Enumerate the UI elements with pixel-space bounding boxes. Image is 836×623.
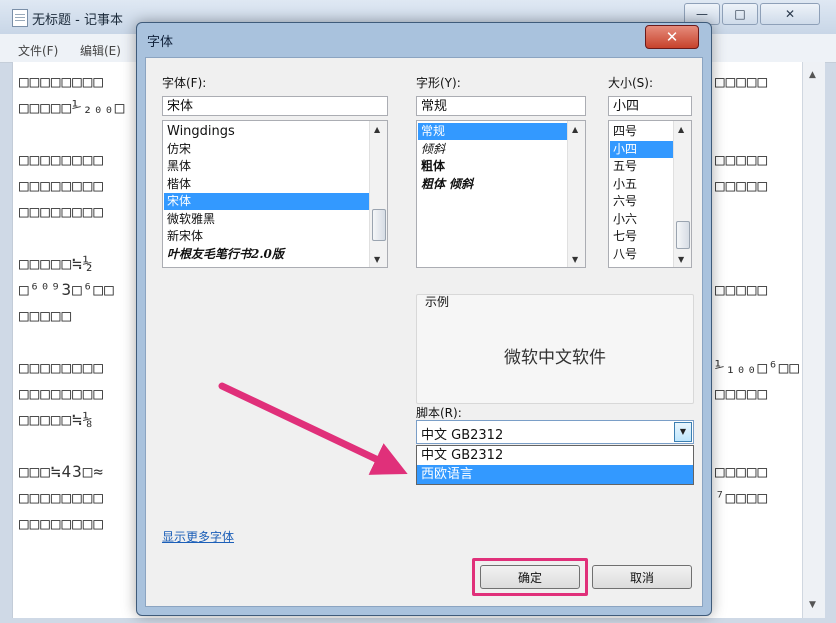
close-button[interactable]: ✕: [760, 3, 820, 25]
style-label: 字形(Y):: [416, 76, 461, 90]
notepad-title: 无标题 - 记事本: [32, 13, 123, 28]
font-list-item[interactable]: 宋体: [164, 193, 369, 210]
sample-label: 示例: [425, 295, 450, 309]
text-line: ⅟₁₀₀□⁶□□: [715, 358, 801, 377]
style-list[interactable]: 粗体 倾斜 粗体 倾斜 常规 ▲ ▼: [416, 120, 586, 268]
chevron-down-icon[interactable]: ▼: [674, 422, 692, 442]
style-list-item[interactable]: 倾斜: [418, 141, 567, 158]
font-dialog: 字体 ✕ 字体(F): 宋体 叶根友毛笔行书2.0版 新宋体 微软雅黑 宋体 楷体 黑体仿…: [136, 22, 712, 616]
style-list-item[interactable]: 常规: [418, 123, 567, 140]
style-input[interactable]: 常规: [416, 96, 586, 116]
size-list-item[interactable]: 八号: [610, 246, 673, 263]
text-line: □□□□□≒½: [19, 254, 94, 273]
dialog-close-button[interactable]: ✕: [645, 25, 699, 49]
text-line: □□□□□: [715, 280, 769, 299]
text-line: □□□□□: [715, 462, 769, 481]
size-list-scrollbar[interactable]: ▲ ▼: [673, 121, 691, 267]
text-line: □□□□□□□□: [19, 358, 105, 377]
font-list[interactable]: 叶根友毛笔行书2.0版 新宋体 微软雅黑 宋体 楷体 黑体 仿宋 Wingdings ▲ ▼: [162, 120, 388, 268]
show-more-fonts-link[interactable]: 显示更多字体: [162, 528, 234, 545]
size-list-item[interactable]: 小六: [610, 211, 673, 228]
text-line: □□□□□□□□: [19, 384, 105, 403]
text-line: □□□□□□□□: [19, 488, 105, 507]
scroll-down-icon[interactable]: ▼: [678, 255, 684, 264]
dialog-title: 字体: [147, 35, 174, 50]
sample-preview: 示例 微软中文软件: [416, 294, 694, 404]
font-list-scrollbar[interactable]: ▲ ▼: [369, 121, 387, 267]
font-list-item[interactable]: 新宋体: [164, 228, 369, 245]
font-input[interactable]: 宋体: [162, 96, 388, 116]
text-line: □□□≒43□≈: [19, 462, 105, 481]
font-label: 字体(F):: [162, 76, 207, 90]
style-list-item[interactable]: 粗体 倾斜: [418, 176, 567, 193]
sample-text: 微软中文软件: [504, 348, 606, 368]
size-list-item[interactable]: 四号: [610, 123, 673, 140]
font-list-item[interactable]: 仿宋: [164, 141, 369, 158]
size-list-item[interactable]: 五号: [610, 158, 673, 175]
scroll-down-icon[interactable]: ▼: [809, 600, 816, 610]
font-list-item[interactable]: 楷体: [164, 176, 369, 193]
scroll-up-icon[interactable]: ▲: [374, 125, 380, 134]
text-line: □□□□□: [715, 72, 769, 91]
text-line: □□□□□: [715, 384, 769, 403]
script-selected-value: 中文 GB2312: [421, 428, 504, 443]
script-select[interactable]: 中文 GB2312 ▼: [416, 420, 694, 444]
menu-file[interactable]: 文件(F): [18, 42, 58, 59]
scroll-up-icon[interactable]: ▲: [572, 125, 578, 134]
text-line: □⁶⁰⁹3□⁶□□: [19, 280, 115, 299]
size-label: 大小(S):: [608, 76, 654, 90]
menu-edit[interactable]: 编辑(E): [80, 42, 121, 59]
cancel-button[interactable]: 取消: [592, 565, 692, 589]
size-list-item[interactable]: 六号: [610, 193, 673, 210]
text-line: □□□□□□□□: [19, 150, 105, 169]
text-line: □□□□□□□□: [19, 514, 105, 533]
font-list-item[interactable]: 叶根友毛笔行书2.0版: [164, 246, 369, 263]
text-line: □□□□□: [715, 150, 769, 169]
script-option-gb2312[interactable]: 中文 GB2312: [417, 446, 693, 465]
notepad-icon: [12, 9, 28, 27]
script-label: 脚本(R):: [416, 406, 462, 420]
size-list[interactable]: 八号 七号 小六 六号 小五 五号 小四 四号 ▲ ▼: [608, 120, 692, 268]
font-list-item[interactable]: 微软雅黑: [164, 211, 369, 228]
scroll-down-icon[interactable]: ▼: [572, 255, 578, 264]
script-option-western[interactable]: 西欧语言: [417, 465, 693, 484]
text-line: □□□□□□□□: [19, 202, 105, 221]
text-line: □□□□□⅟₂₀₀□: [19, 98, 126, 117]
size-list-item[interactable]: 七号: [610, 228, 673, 245]
style-list-scrollbar[interactable]: ▲ ▼: [567, 121, 585, 267]
font-list-item[interactable]: Wingdings: [164, 123, 369, 140]
scroll-thumb[interactable]: [372, 209, 386, 241]
text-line: □□□□□: [19, 306, 73, 325]
dialog-body: 字体(F): 宋体 叶根友毛笔行书2.0版 新宋体 微软雅黑 宋体 楷体 黑体 仿宋 Wing…: [145, 57, 703, 607]
size-list-item[interactable]: 小四: [610, 140, 673, 158]
style-list-item[interactable]: 粗体: [418, 158, 567, 175]
scroll-thumb[interactable]: [676, 221, 690, 249]
text-line: □□□□□□□□: [19, 72, 105, 91]
text-line: ⁷□□□□: [715, 488, 769, 507]
size-input[interactable]: 小四: [608, 96, 692, 116]
text-line: □□□□□: [715, 176, 769, 195]
notepad-scrollbar[interactable]: ▲ ▼: [802, 62, 825, 618]
maximize-button[interactable]: □: [722, 3, 758, 25]
script-dropdown[interactable]: 中文 GB2312 西欧语言: [416, 445, 694, 485]
scroll-down-icon[interactable]: ▼: [374, 255, 380, 264]
text-line: □□□□□≒⅛: [19, 410, 94, 429]
size-list-item[interactable]: 小五: [610, 176, 673, 193]
ok-button-highlight: [472, 558, 588, 596]
scroll-up-icon[interactable]: ▲: [678, 125, 684, 134]
font-list-item[interactable]: 黑体: [164, 158, 369, 175]
scroll-up-icon[interactable]: ▲: [809, 70, 816, 80]
text-line: □□□□□□□□: [19, 176, 105, 195]
